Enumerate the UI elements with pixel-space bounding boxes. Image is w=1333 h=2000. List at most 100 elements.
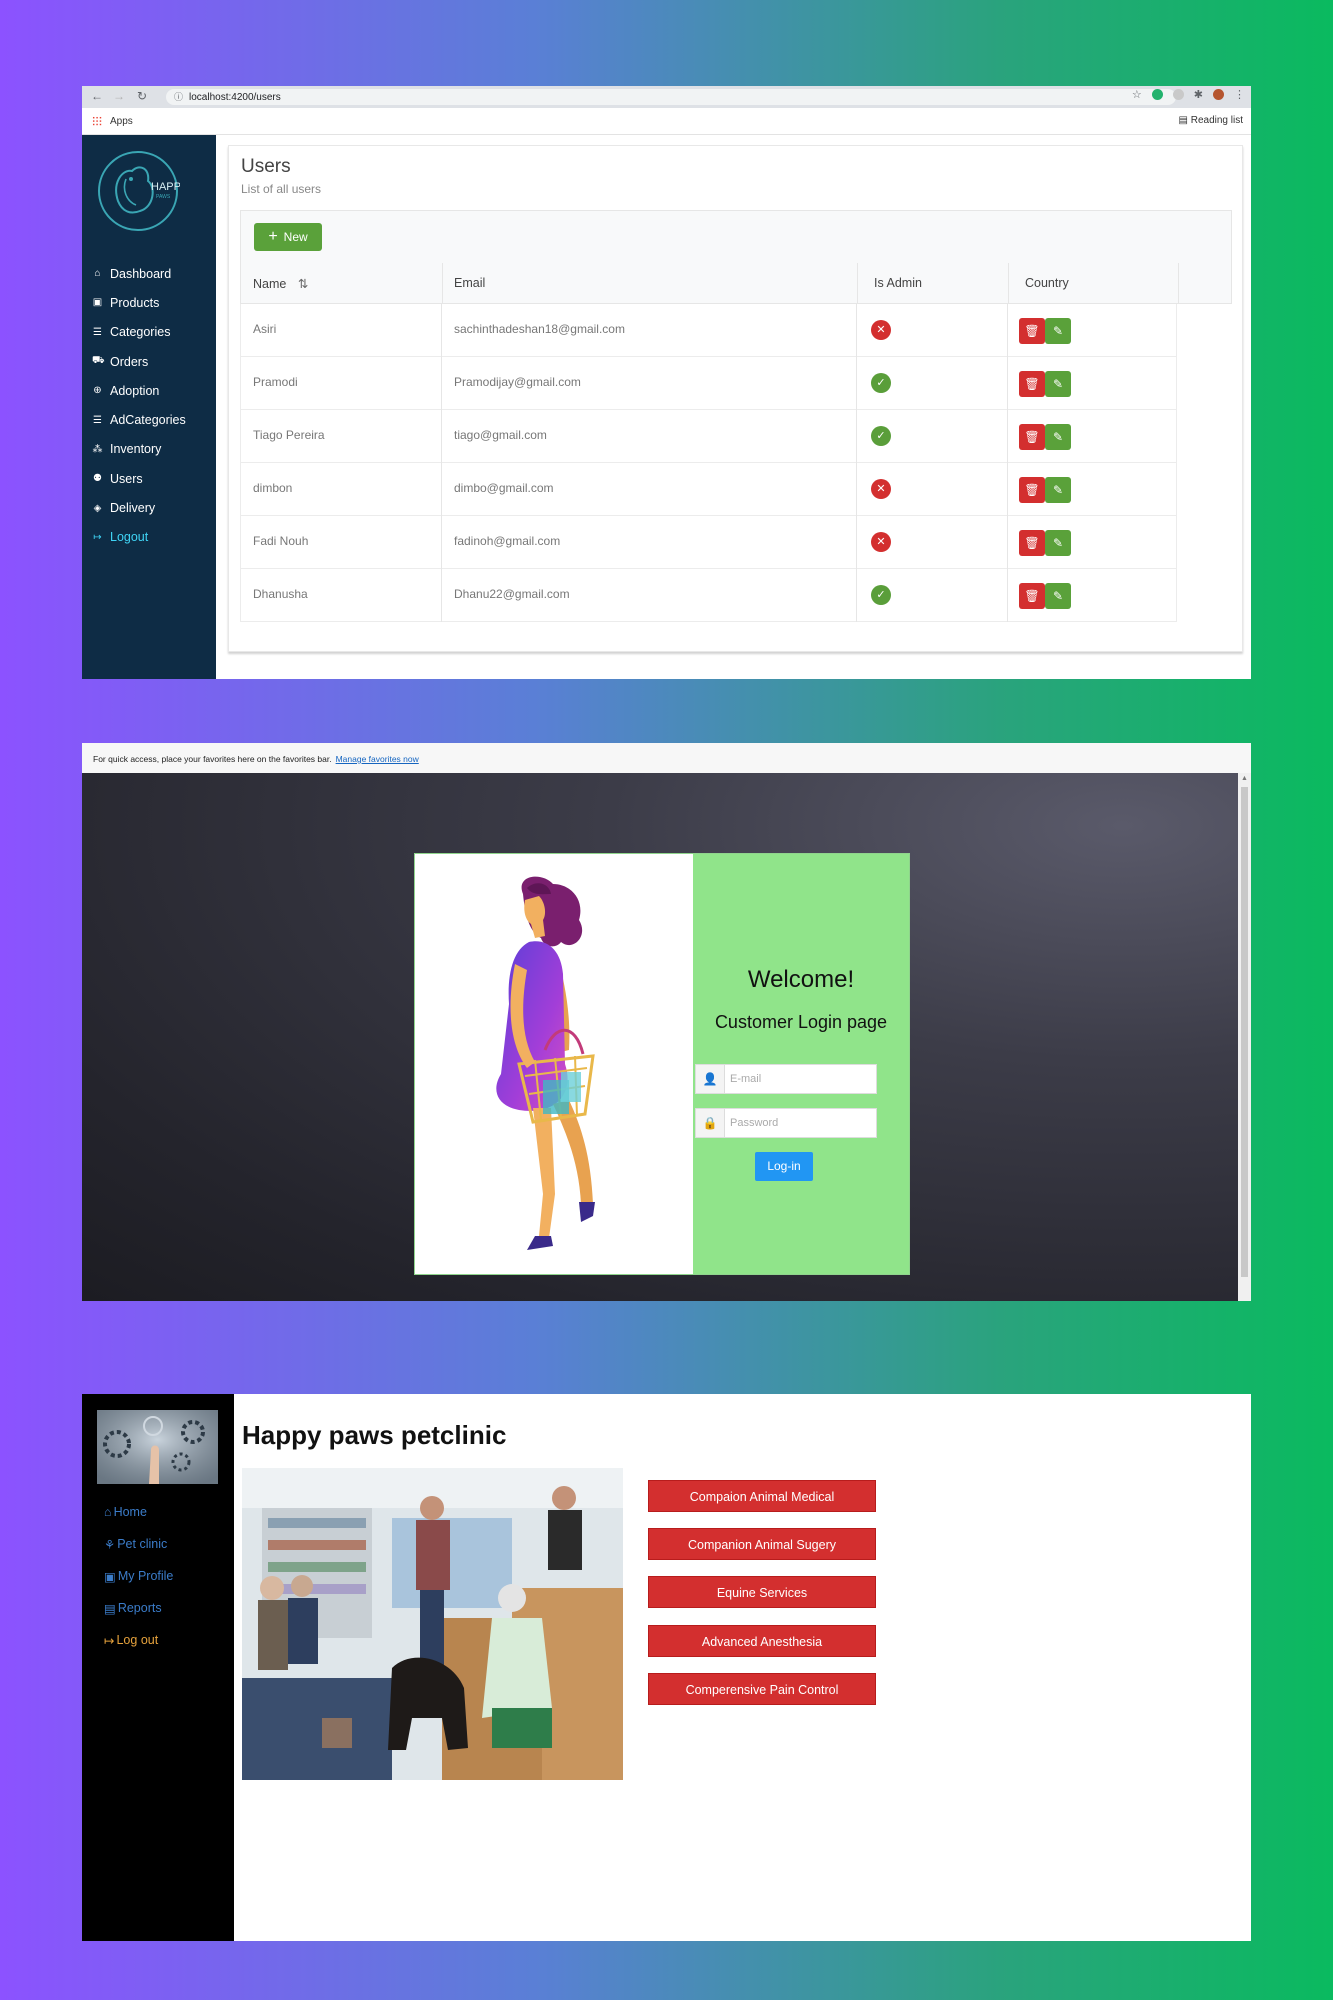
user-email: Dhanu22@gmail.com <box>454 587 570 601</box>
manage-favorites-link[interactable]: Manage favorites now <box>336 754 419 764</box>
email-input[interactable] <box>728 1069 872 1089</box>
edit-button[interactable]: ✎ <box>1045 583 1071 609</box>
extension-icon[interactable] <box>1151 89 1163 100</box>
nav-reports[interactable]: ▤ Reports <box>104 1592 173 1624</box>
sidebar-item-adcategories[interactable]: ☰ AdCategories <box>92 405 186 434</box>
users-admin-screenshot: ← → ↻ ⓘ localhost:4200/users ☆ ✱ ⋮ Apps ▤… <box>82 86 1251 679</box>
page-title: Happy paws petclinic <box>242 1420 507 1450</box>
service-button-companion-medical[interactable]: Compaion Animal Medical <box>648 1480 876 1512</box>
sort-icon[interactable]: ⇅ <box>298 277 308 291</box>
password-field[interactable]: 🔒 <box>695 1108 877 1138</box>
edit-button[interactable]: ✎ <box>1045 424 1071 450</box>
sidebar-item-categories[interactable]: ☰ Categories <box>92 318 186 347</box>
sidebar-nav: ⌂ Dashboard ▣ Products ☰ Categories ⛟ Orders… <box>92 259 186 552</box>
service-button-pain-control[interactable]: Comperensive Pain Control <box>648 1673 876 1705</box>
logo-text: HAPPY <box>151 181 180 193</box>
forward-icon[interactable]: → <box>113 89 125 103</box>
apps-bookmark[interactable]: Apps <box>110 116 133 127</box>
service-button-companion-surgery[interactable]: Companion Animal Sugery <box>648 1528 876 1560</box>
column-header-name[interactable]: Name ⇅ <box>253 276 308 291</box>
is-admin-true-icon: ✓ <box>871 585 891 605</box>
clinic-nav: ⌂ Home ⚘ Pet clinic ▣ My Profile ▤ Reports ↦… <box>104 1496 173 1656</box>
login-form: Welcome! Customer Login page 👤 🔒 Log-in <box>693 854 909 1274</box>
delete-button[interactable]: 🗑 <box>1019 424 1045 450</box>
extension-icon[interactable] <box>1172 89 1184 100</box>
welcome-heading: Welcome! <box>747 966 855 993</box>
sidebar-item-delivery[interactable]: ◈ Delivery <box>92 493 186 522</box>
column-header-is-admin: Is Admin <box>874 276 922 290</box>
scroll-up-icon[interactable]: ▲ <box>1241 775 1248 782</box>
vet-reception-photo <box>242 1468 623 1780</box>
user-name: dimbon <box>253 481 293 495</box>
sitemap-icon: ⁂ <box>92 443 103 455</box>
logout-icon: ↦ <box>104 1633 115 1648</box>
sidebar-item-dashboard[interactable]: ⌂ Dashboard <box>92 259 186 288</box>
is-admin-false-icon: ✕ <box>871 479 891 499</box>
sidebar-item-orders[interactable]: ⛟ Orders <box>92 347 186 376</box>
service-button-equine[interactable]: Equine Services <box>648 1576 876 1608</box>
login-button[interactable]: Log-in <box>755 1152 813 1181</box>
table-row: Pramodi Pramodijay@gmail.com ✓ 🗑 ✎ <box>240 357 1177 410</box>
admin-sidebar: HAPPY PAWS ⌂Dashboard ▣Products ☰Categor… <box>82 135 216 679</box>
user-name: Fadi Nouh <box>253 534 309 548</box>
sidebar-item-adoption[interactable]: ⊕ Adoption <box>92 376 186 405</box>
delete-button[interactable]: 🗑 <box>1019 477 1045 503</box>
lock-icon: 🔒 <box>696 1109 725 1137</box>
diamond-icon: ◈ <box>93 502 102 514</box>
star-icon[interactable]: ☆ <box>1132 88 1142 101</box>
is-admin-true-icon: ✓ <box>871 426 891 446</box>
delete-button[interactable]: 🗑 <box>1019 318 1045 344</box>
reload-icon[interactable]: ↻ <box>137 89 147 103</box>
user-email: fadinoh@gmail.com <box>454 534 561 548</box>
plus-icon: + <box>268 228 278 245</box>
service-button-anesthesia[interactable]: Advanced Anesthesia <box>648 1625 876 1657</box>
nav-my-profile[interactable]: ▣ My Profile <box>104 1560 173 1592</box>
sidebar-item-inventory[interactable]: ⁂ Inventory <box>92 435 186 464</box>
edit-button[interactable]: ✎ <box>1045 530 1071 556</box>
browser-toolbar: ← → ↻ ⓘ localhost:4200/users ☆ ✱ ⋮ <box>82 86 1251 108</box>
is-admin-false-icon: ✕ <box>871 320 891 340</box>
sidebar-item-products[interactable]: ▣ Products <box>92 288 186 317</box>
scrollbar-thumb[interactable] <box>1241 787 1248 1277</box>
box-icon: ▣ <box>92 297 103 309</box>
info-icon: ⓘ <box>174 92 184 102</box>
new-user-button[interactable]: + New <box>254 223 322 251</box>
user-name: Tiago Pereira <box>253 428 325 442</box>
reading-list[interactable]: ▤ Reading list <box>1179 115 1244 126</box>
gears-hand-image <box>97 1410 218 1484</box>
edit-button[interactable]: ✎ <box>1045 371 1071 397</box>
puzzle-icon[interactable]: ✱ <box>1194 88 1203 101</box>
password-input[interactable] <box>728 1113 872 1133</box>
customer-login-screenshot: For quick access, place your favorites h… <box>82 743 1251 1301</box>
users-icon: ⚉ <box>93 473 102 485</box>
address-bar[interactable]: ⓘ localhost:4200/users <box>166 89 1176 105</box>
kebab-menu-icon[interactable]: ⋮ <box>1234 88 1245 101</box>
home-icon: ⌂ <box>94 268 101 280</box>
user-email: Pramodijay@gmail.com <box>454 375 581 389</box>
delete-button[interactable]: 🗑 <box>1019 583 1045 609</box>
edit-button[interactable]: ✎ <box>1045 318 1071 344</box>
url-text: localhost:4200/users <box>189 92 281 103</box>
back-icon[interactable]: ← <box>91 89 103 103</box>
happy-paws-logo: HAPPY PAWS <box>98 151 180 231</box>
cart-icon: ⛟ <box>92 355 105 367</box>
user-icon: 👤 <box>696 1065 725 1093</box>
avatar[interactable] <box>1213 89 1224 100</box>
sidebar-item-logout[interactable]: ↦ Logout <box>92 523 186 552</box>
email-field[interactable]: 👤 <box>695 1064 877 1094</box>
delete-button[interactable]: 🗑 <box>1019 530 1045 556</box>
delete-button[interactable]: 🗑 <box>1019 371 1045 397</box>
edit-button[interactable]: ✎ <box>1045 477 1071 503</box>
report-icon: ▤ <box>104 1601 116 1616</box>
user-name: Dhanusha <box>253 587 308 601</box>
logo-subtext: PAWS <box>156 194 171 200</box>
sidebar-item-users[interactable]: ⚉ Users <box>92 464 186 493</box>
reading-list-icon: ▤ <box>1178 115 1191 126</box>
nav-pet-clinic[interactable]: ⚘ Pet clinic <box>104 1528 173 1560</box>
table-row: Asiri sachinthadeshan18@gmail.com ✕ 🗑 ✎ <box>240 304 1177 357</box>
apps-grid-icon[interactable] <box>92 116 102 126</box>
profile-icon: ▣ <box>104 1569 116 1584</box>
scrollbar[interactable]: ▲ <box>1238 773 1251 1301</box>
nav-home[interactable]: ⌂ Home <box>104 1496 173 1528</box>
nav-log-out[interactable]: ↦ Log out <box>104 1624 173 1656</box>
